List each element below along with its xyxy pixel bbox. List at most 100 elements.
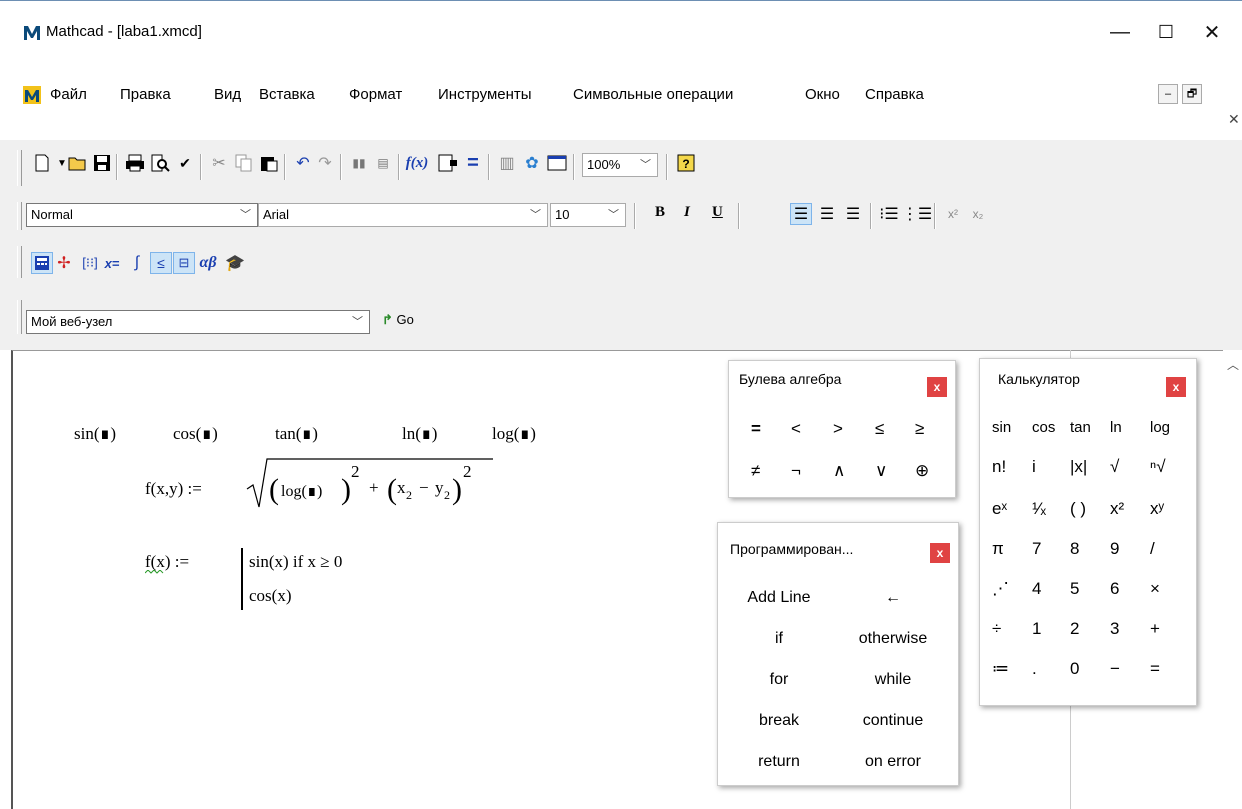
calculator-button[interactable]: cos bbox=[1032, 419, 1055, 436]
print-preview-icon[interactable] bbox=[149, 152, 171, 174]
help-icon[interactable]: ? bbox=[675, 152, 697, 174]
calculator-button[interactable]: √ bbox=[1110, 457, 1119, 477]
redo-icon[interactable]: ↷ bbox=[314, 152, 336, 174]
palette-button[interactable]: ≥ bbox=[915, 419, 924, 439]
palette-close-button[interactable]: x bbox=[1166, 377, 1186, 397]
calculus-palette-icon[interactable]: ∫ bbox=[126, 252, 148, 274]
palette-button[interactable]: ≠ bbox=[751, 461, 760, 481]
palette-button[interactable]: ¬ bbox=[791, 461, 801, 481]
evaluation-palette-icon[interactable]: x= bbox=[101, 252, 123, 274]
calculator-button[interactable]: ⁿ√ bbox=[1150, 457, 1166, 477]
math-region-fx[interactable]: f(x) := sin(x) if x ≥ 0 cos(x) bbox=[145, 548, 425, 618]
web-address-select[interactable]: Мой веб-узел ﹀ bbox=[26, 310, 370, 334]
builtin-function[interactable]: tan(∎) bbox=[275, 424, 318, 444]
palette-button[interactable]: ⊕ bbox=[915, 461, 929, 481]
menu-file[interactable]: Файл bbox=[50, 86, 87, 103]
palette-button[interactable]: ∨ bbox=[875, 461, 887, 481]
palette-close-button[interactable]: x bbox=[930, 543, 950, 563]
close-button[interactable]: ✕ bbox=[1189, 12, 1235, 52]
symbolic-palette-icon[interactable]: 🎓 bbox=[224, 252, 246, 274]
resource-center-icon[interactable]: ✿ bbox=[521, 152, 543, 174]
menu-help[interactable]: Справка bbox=[865, 86, 924, 103]
calculator-button[interactable]: − bbox=[1110, 659, 1120, 679]
new-document-icon[interactable] bbox=[31, 152, 53, 174]
align-right-icon[interactable]: ☰ bbox=[842, 203, 864, 225]
vertical-scrollbar[interactable]: ︿ bbox=[1223, 350, 1242, 809]
font-select[interactable]: Arial ﹀ bbox=[258, 203, 548, 227]
builtin-function[interactable]: sin(∎) bbox=[74, 424, 116, 444]
calculator-button[interactable]: 7 bbox=[1032, 539, 1041, 559]
palette-button[interactable]: ≤ bbox=[875, 419, 884, 439]
cut-icon[interactable]: ✂ bbox=[208, 152, 230, 174]
calculator-button[interactable]: 8 bbox=[1070, 539, 1079, 559]
menu-view[interactable]: Вид bbox=[214, 86, 241, 103]
matrix-palette-icon[interactable]: [⁝⁝] bbox=[79, 252, 101, 274]
for-button[interactable]: for bbox=[724, 671, 834, 689]
calculator-button[interactable]: |x| bbox=[1070, 457, 1087, 477]
calculator-button[interactable]: 1 bbox=[1032, 619, 1041, 639]
calculator-button[interactable]: eˣ bbox=[992, 499, 1007, 519]
programming-palette-icon[interactable]: ⊟ bbox=[173, 252, 195, 274]
menu-symbolics[interactable]: Символьные операции bbox=[573, 86, 733, 103]
toolbar-grip[interactable] bbox=[17, 300, 22, 334]
calculator-button[interactable]: ln bbox=[1110, 419, 1122, 436]
toolbar-grip[interactable] bbox=[17, 202, 22, 230]
calculator-button[interactable]: ¹⁄ₓ bbox=[1032, 499, 1046, 519]
calculator-button[interactable]: ÷ bbox=[992, 619, 1001, 639]
insert-unit-icon[interactable] bbox=[437, 152, 459, 174]
calculator-button[interactable]: / bbox=[1150, 539, 1155, 559]
boolean-palette-icon[interactable]: ≤ bbox=[150, 252, 172, 274]
while-button[interactable]: while bbox=[838, 671, 948, 689]
if-button[interactable]: if bbox=[724, 630, 834, 648]
local-assign-button[interactable]: ← bbox=[838, 589, 948, 607]
builtin-function[interactable]: cos(∎) bbox=[173, 424, 218, 444]
math-region-fxy[interactable]: f(x,y) := ( ) 2 + ( x 2 − y 2 ) 2 log(∎) bbox=[145, 455, 505, 511]
calculator-button[interactable]: 4 bbox=[1032, 579, 1041, 599]
calculator-palette-icon[interactable] bbox=[31, 252, 53, 274]
palette-close-button[interactable]: x bbox=[927, 377, 947, 397]
style-select[interactable]: Normal ﹀ bbox=[26, 203, 258, 227]
mdi-close-button[interactable]: ✕ bbox=[1228, 111, 1240, 128]
calculator-button[interactable]: xʸ bbox=[1150, 499, 1164, 519]
align-left-icon[interactable]: ☰ bbox=[790, 203, 812, 225]
calculator-button[interactable]: π bbox=[992, 539, 1004, 559]
otherwise-button[interactable]: otherwise bbox=[838, 630, 948, 648]
copy-icon[interactable] bbox=[233, 152, 255, 174]
calculator-button[interactable]: 0 bbox=[1070, 659, 1079, 679]
align-across-icon[interactable]: ▮▮ bbox=[348, 152, 370, 174]
minimize-button[interactable]: — bbox=[1097, 12, 1143, 52]
underline-button[interactable]: U bbox=[712, 204, 723, 221]
calculator-button[interactable]: 2 bbox=[1070, 619, 1079, 639]
calculator-button[interactable]: n! bbox=[992, 457, 1006, 477]
builtin-function[interactable]: ln(∎) bbox=[402, 424, 437, 444]
mdi-minimize-button[interactable]: – bbox=[1158, 84, 1178, 104]
italic-button[interactable]: I bbox=[684, 204, 690, 221]
insert-component-icon[interactable]: ▥ bbox=[496, 152, 518, 174]
menu-format[interactable]: Формат bbox=[349, 86, 402, 103]
menu-insert[interactable]: Вставка bbox=[259, 86, 315, 103]
calculate-icon[interactable]: = bbox=[462, 152, 484, 174]
paste-icon[interactable] bbox=[258, 152, 280, 174]
mdi-restore-button[interactable]: 🗗 bbox=[1182, 84, 1202, 104]
calculator-button[interactable]: ≔ bbox=[992, 659, 1009, 679]
subscript-icon[interactable]: x₂ bbox=[967, 203, 989, 225]
calculator-button[interactable]: i bbox=[1032, 457, 1036, 477]
calculator-button[interactable]: x² bbox=[1110, 499, 1124, 519]
superscript-icon[interactable]: x² bbox=[942, 203, 964, 225]
palette-button[interactable]: > bbox=[833, 419, 843, 439]
save-icon[interactable] bbox=[91, 152, 113, 174]
graph-palette-icon[interactable]: ✢ bbox=[53, 252, 75, 274]
menu-tools[interactable]: Инструменты bbox=[438, 86, 532, 103]
maximize-button[interactable]: ☐ bbox=[1143, 12, 1189, 52]
go-button[interactable]: ↱ Go bbox=[382, 312, 414, 328]
zoom-select[interactable]: 100% ﹀ bbox=[582, 153, 658, 177]
continue-button[interactable]: continue bbox=[838, 712, 948, 730]
on-error-button[interactable]: on error bbox=[838, 753, 948, 771]
calculator-button[interactable]: ⋰ bbox=[992, 579, 1009, 599]
numbering-icon[interactable]: ⋮☰ bbox=[902, 203, 932, 225]
palette-button[interactable]: = bbox=[751, 419, 761, 439]
open-folder-icon[interactable] bbox=[67, 152, 89, 174]
calculator-button[interactable]: = bbox=[1150, 659, 1160, 679]
break-button[interactable]: break bbox=[724, 712, 834, 730]
scroll-up-icon[interactable]: ︿ bbox=[1227, 356, 1239, 373]
